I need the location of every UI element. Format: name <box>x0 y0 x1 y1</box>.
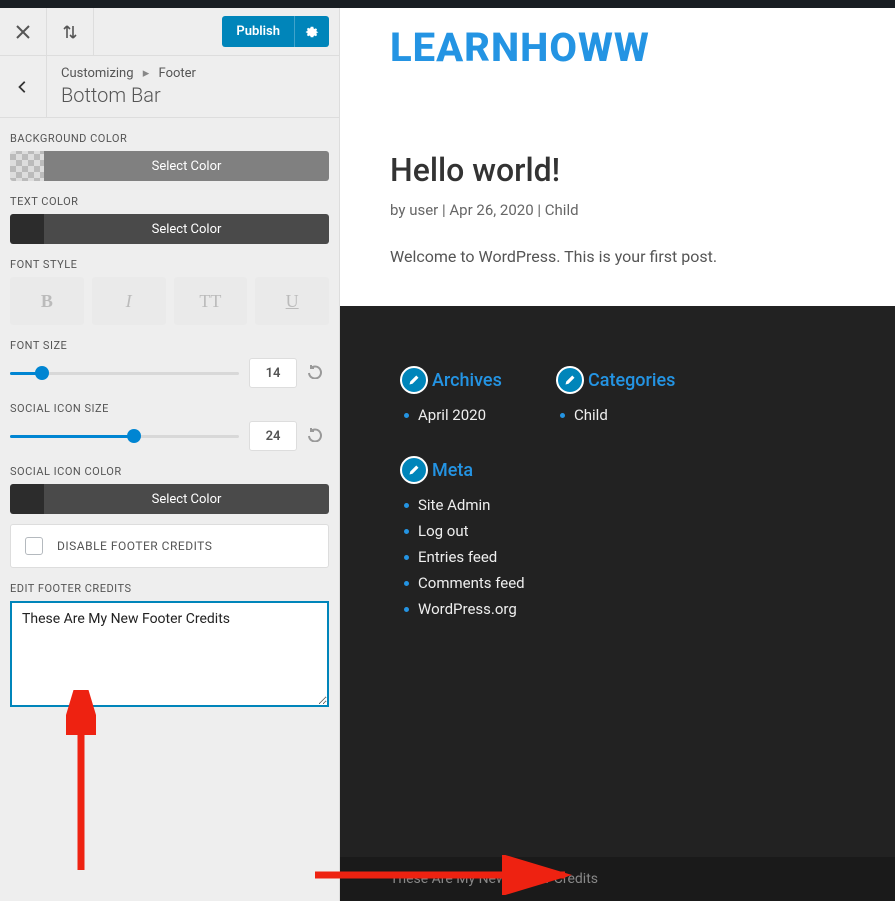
breadcrumb-header: Customizing ▸ Footer Bottom Bar <box>0 56 339 118</box>
swap-vertical-icon <box>62 24 78 40</box>
text-transform-button[interactable]: TT <box>174 277 248 325</box>
bg-color-swatch[interactable] <box>10 151 44 181</box>
meta-list-item[interactable]: Log out <box>418 518 540 544</box>
publish-wrap: Publish <box>212 16 339 47</box>
bg-color-control: Select Color <box>10 151 329 181</box>
pencil-icon <box>408 374 420 386</box>
archives-title: Archives <box>432 370 502 391</box>
footer-bottom-bar: These Are My New Footer Credits <box>340 857 895 901</box>
post-title[interactable]: Hello world! <box>390 151 895 189</box>
breadcrumb-parent: Footer <box>159 66 196 81</box>
archives-item[interactable]: April 2020 <box>418 402 540 428</box>
breadcrumb-separator: ▸ <box>137 66 156 81</box>
edit-credits-textarea[interactable] <box>10 601 329 707</box>
font-size-value[interactable]: 14 <box>249 358 297 388</box>
preview-pane: LEARNHOWW Hello world! by user | Apr 26,… <box>340 0 895 901</box>
edit-widget-archives-button[interactable] <box>400 366 428 394</box>
gear-icon <box>305 25 319 39</box>
publish-settings-button[interactable] <box>294 16 329 47</box>
text-color-select-button[interactable]: Select Color <box>44 214 329 244</box>
meta-date: Apr 26, 2020 <box>449 201 533 219</box>
meta-category[interactable]: Child <box>545 201 579 219</box>
undo-icon <box>307 363 323 379</box>
font-size-label: FONT SIZE <box>10 339 329 352</box>
social-icon-size-slider[interactable] <box>10 427 239 445</box>
publish-button[interactable]: Publish <box>222 16 294 47</box>
social-icon-size-value[interactable]: 24 <box>249 421 297 451</box>
footer-credits-text: These Are My New Footer Credits <box>390 871 598 887</box>
meta-sep: | <box>537 201 544 219</box>
post-meta: by user | Apr 26, 2020 | Child <box>390 201 895 219</box>
social-icon-color-label: SOCIAL ICON COLOR <box>10 465 329 478</box>
widget-categories: Categories Child <box>556 366 696 622</box>
text-color-control: Select Color <box>10 214 329 244</box>
edit-credits-label: EDIT FOOTER CREDITS <box>10 582 329 595</box>
edit-widget-meta-button[interactable] <box>400 456 428 484</box>
font-size-row: 14 <box>10 358 329 388</box>
device-toggle-button[interactable] <box>47 8 94 56</box>
disable-credits-row: DISABLE FOOTER CREDITS <box>10 524 329 568</box>
close-icon <box>15 24 31 40</box>
customizer-sidebar: Publish Customizing ▸ Footer Bottom Bar … <box>0 0 340 901</box>
meta-by: by <box>390 201 405 219</box>
meta-list-item[interactable]: Site Admin <box>418 492 540 518</box>
font-size-slider[interactable] <box>10 364 239 382</box>
social-icon-size-row: 24 <box>10 421 329 451</box>
chevron-left-icon <box>16 80 30 94</box>
categories-title: Categories <box>588 370 675 391</box>
meta-widget-title: Meta <box>432 460 473 481</box>
font-style-label: FONT STYLE <box>10 258 329 271</box>
panel-title: Bottom Bar <box>61 83 196 107</box>
close-customizer-button[interactable] <box>0 8 47 56</box>
meta-list-item[interactable]: WordPress.org <box>418 596 540 622</box>
sidebar-top-row: Publish <box>0 8 339 56</box>
social-icon-color-control: Select Color <box>10 484 329 514</box>
meta-list-item[interactable]: Comments feed <box>418 570 540 596</box>
categories-item[interactable]: Child <box>574 402 696 428</box>
text-color-swatch[interactable] <box>10 214 44 244</box>
social-icon-size-label: SOCIAL ICON SIZE <box>10 402 329 415</box>
breadcrumb-path: Customizing ▸ Footer <box>61 66 196 81</box>
italic-button[interactable]: I <box>92 277 166 325</box>
meta-list-item[interactable]: Entries feed <box>418 544 540 570</box>
font-size-reset[interactable] <box>307 363 329 383</box>
widget-archives: Archives April 2020 Meta <box>400 366 540 622</box>
social-icon-color-select-button[interactable]: Select Color <box>44 484 329 514</box>
social-icon-size-reset[interactable] <box>307 426 329 446</box>
underline-button[interactable]: U <box>255 277 329 325</box>
bold-button[interactable]: B <box>10 277 84 325</box>
edit-widget-categories-button[interactable] <box>556 366 584 394</box>
bg-color-label: BACKGROUND COLOR <box>10 132 329 145</box>
post-excerpt: Welcome to WordPress. This is your first… <box>390 247 895 266</box>
text-color-label: TEXT COLOR <box>10 195 329 208</box>
disable-credits-label: DISABLE FOOTER CREDITS <box>57 539 212 553</box>
undo-icon <box>307 426 323 442</box>
meta-author[interactable]: user <box>409 201 438 219</box>
bg-color-select-button[interactable]: Select Color <box>44 151 329 181</box>
site-footer: Archives April 2020 Meta <box>340 306 895 901</box>
pencil-icon <box>564 374 576 386</box>
back-button[interactable] <box>0 56 47 117</box>
breadcrumb-root: Customizing <box>61 66 134 81</box>
controls-area: BACKGROUND COLOR Select Color TEXT COLOR… <box>0 118 339 901</box>
font-style-row: B I TT U <box>10 277 329 325</box>
pencil-icon <box>408 464 420 476</box>
post: Hello world! by user | Apr 26, 2020 | Ch… <box>340 151 895 266</box>
social-icon-color-swatch[interactable] <box>10 484 44 514</box>
disable-credits-checkbox[interactable] <box>25 537 43 555</box>
site-brand[interactable]: LEARNHOWW <box>340 18 895 71</box>
